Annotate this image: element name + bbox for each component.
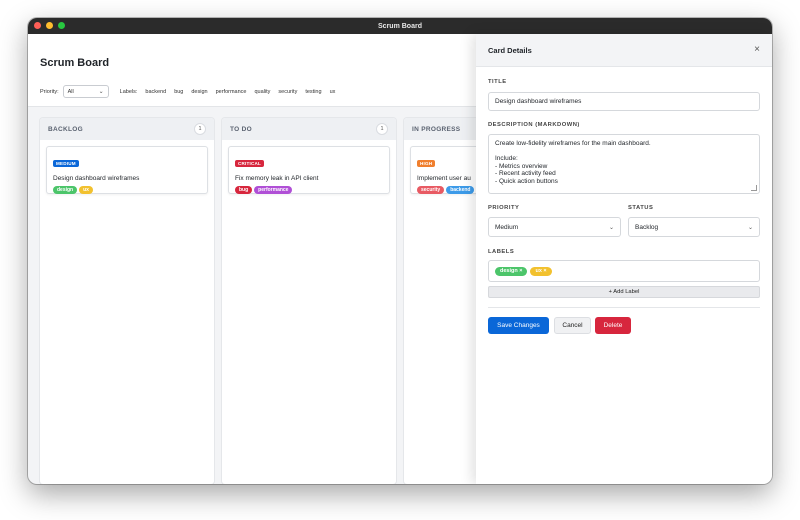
tag-bug: bug [235,186,253,194]
labels-filter-label: Labels: [119,88,138,95]
tag-backend: backend [446,186,475,194]
cancel-button[interactable]: Cancel [554,317,591,334]
tag-ux: ux [79,186,93,194]
label-filter-security[interactable]: security [278,89,297,95]
maximize-window-button[interactable] [58,22,65,29]
minimize-window-button[interactable] [46,22,53,29]
column-todo: TO DO 1 CRITICAL Fix memory leak in API … [222,118,396,484]
description-textarea[interactable]: Create low-fidelity wireframes for the m… [488,134,760,194]
app-content: Scrum Board Priority: All ⌄ Labels: back… [28,34,772,484]
window-titlebar: Scrum Board [28,18,772,34]
column-header: TO DO 1 [222,118,396,140]
filter-bar: Priority: All ⌄ Labels: backend bug desi… [40,85,335,98]
close-window-button[interactable] [34,22,41,29]
label-filter-performance[interactable]: performance [216,89,247,95]
save-changes-button[interactable]: Save Changes [488,317,549,334]
tag-design: design [53,186,78,194]
window-title: Scrum Board [378,22,422,30]
label-filter-design[interactable]: design [191,89,207,95]
label-filter-ux[interactable]: ux [330,89,336,95]
status-field-label: STATUS [628,205,654,211]
priority-filter-value: All [67,88,74,95]
page-title: Scrum Board [40,57,110,69]
status-select[interactable]: Backlog ⌄ [628,217,760,237]
label-filter-testing[interactable]: testing [305,89,321,95]
priority-badge: CRITICAL [235,160,265,167]
description-field-label: DESCRIPTION (MARKDOWN) [488,122,580,128]
card-tags: bug performance [235,186,383,194]
title-field-label: TITLE [488,79,507,85]
card-title: Fix memory leak in API client [235,175,319,182]
label-chip-design[interactable]: design × [495,266,528,276]
priority-badge: HIGH [417,160,436,167]
app-window: Scrum Board Scrum Board Priority: All ⌄ … [28,18,772,484]
tag-security: security [417,186,445,194]
card-title: Design dashboard wireframes [53,175,140,182]
chevron-down-icon: ⌄ [608,224,614,231]
column-count-badge: 1 [376,123,388,135]
column-title: BACKLOG [48,125,83,133]
task-card[interactable]: CRITICAL Fix memory leak in API client b… [228,146,390,194]
chevron-down-icon: ⌄ [98,89,104,95]
priority-filter-select[interactable]: All ⌄ [62,85,109,98]
panel-title: Card Details [488,45,532,55]
title-input[interactable]: Design dashboard wireframes [488,92,760,111]
card-tags: design ux [53,186,201,194]
task-card[interactable]: MEDIUM Design dashboard wireframes desig… [46,146,208,194]
label-filter-quality[interactable]: quality [254,89,270,95]
column-count-badge: 1 [194,123,206,135]
close-icon[interactable]: × [754,45,760,55]
column-header: BACKLOG 1 [40,118,214,140]
chevron-down-icon: ⌄ [747,224,753,231]
label-filter-bug[interactable]: bug [174,89,183,95]
priority-field-label: PRIORITY [488,205,520,211]
priority-filter-label: Priority: [40,88,59,95]
add-label-button[interactable]: + Add Label [488,286,760,298]
priority-select[interactable]: Medium ⌄ [488,217,621,237]
label-chip-ux[interactable]: ux × [530,266,552,276]
description-text: Create low-fidelity wireframes for the m… [495,140,651,185]
label-filter-backend[interactable]: backend [145,89,166,95]
delete-button[interactable]: Delete [595,317,631,334]
labels-container: design × ux × [488,260,760,282]
priority-badge: MEDIUM [53,160,79,167]
priority-select-value: Medium [495,223,519,231]
tag-performance: performance [254,186,293,194]
column-backlog: BACKLOG 1 MEDIUM Design dashboard wirefr… [40,118,214,484]
divider [488,307,760,308]
column-title: IN PROGRESS [412,125,461,133]
status-select-value: Backlog [635,223,659,231]
window-controls [34,22,65,29]
labels-field-label: LABELS [488,249,515,255]
column-title: TO DO [230,125,252,133]
panel-header: Card Details × [476,34,772,67]
card-details-panel: Card Details × TITLE Design dashboard wi… [476,34,772,484]
resize-handle-icon[interactable] [751,185,757,191]
